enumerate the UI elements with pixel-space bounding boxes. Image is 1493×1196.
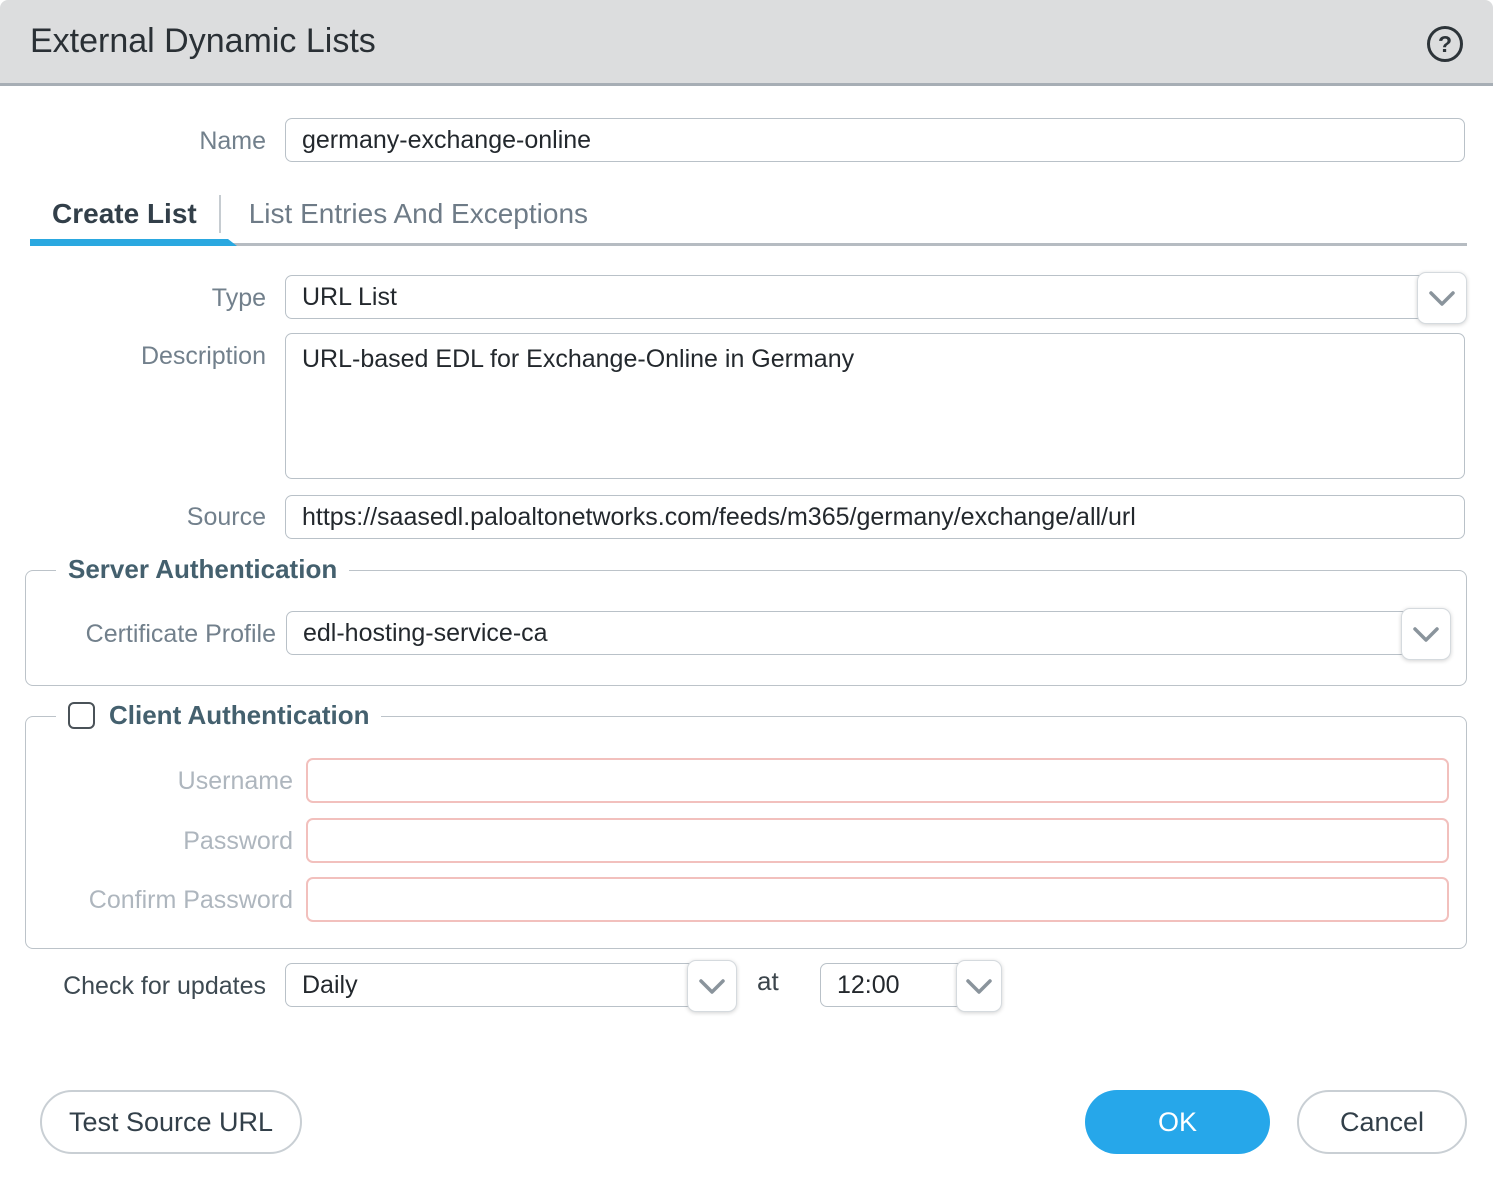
client-authentication-checkbox[interactable] xyxy=(68,702,95,729)
test-source-url-button[interactable]: Test Source URL xyxy=(40,1090,302,1154)
help-glyph: ? xyxy=(1438,31,1452,58)
type-select-value: URL List xyxy=(302,283,397,312)
name-input[interactable] xyxy=(285,118,1465,162)
client-authentication-legend: Client Authentication xyxy=(56,700,381,731)
chevron-down-icon[interactable] xyxy=(956,960,1002,1012)
confirm-password-label: Confirm Password xyxy=(26,886,293,915)
update-time-value: 12:00 xyxy=(837,971,900,1000)
source-input[interactable] xyxy=(285,495,1465,539)
server-authentication-legend: Server Authentication xyxy=(56,554,349,585)
dialog-header: External Dynamic Lists ? xyxy=(0,0,1493,86)
source-label: Source xyxy=(0,503,266,532)
tab-baseline xyxy=(30,243,1467,246)
dialog-title: External Dynamic Lists xyxy=(30,22,376,61)
description-label: Description xyxy=(0,342,266,371)
name-label: Name xyxy=(0,127,266,156)
help-icon[interactable]: ? xyxy=(1427,26,1463,62)
password-label: Password xyxy=(26,827,293,856)
password-input[interactable] xyxy=(306,818,1449,863)
update-frequency-select[interactable]: Daily xyxy=(285,963,735,1007)
username-input[interactable] xyxy=(306,758,1449,803)
update-time-select[interactable]: 12:00 xyxy=(820,963,1000,1007)
check-for-updates-label: Check for updates xyxy=(0,972,266,1001)
description-textarea[interactable]: URL-based EDL for Exchange-Online in Ger… xyxy=(285,333,1465,479)
ok-button[interactable]: OK xyxy=(1085,1090,1270,1154)
server-authentication-section: Server Authentication Certificate Profil… xyxy=(25,570,1467,686)
certificate-profile-label: Certificate Profile xyxy=(26,620,276,649)
chevron-down-icon[interactable] xyxy=(1417,272,1467,324)
confirm-password-input[interactable] xyxy=(306,877,1449,922)
tab-create-list[interactable]: Create List xyxy=(30,198,219,230)
certificate-profile-select[interactable]: edl-hosting-service-ca xyxy=(286,611,1449,655)
at-label: at xyxy=(757,966,779,997)
certificate-profile-value: edl-hosting-service-ca xyxy=(303,619,548,648)
client-authentication-section: Client Authentication Username Password … xyxy=(25,716,1467,949)
update-frequency-value: Daily xyxy=(302,971,358,1000)
type-select[interactable]: URL List xyxy=(285,275,1465,319)
chevron-down-icon[interactable] xyxy=(1401,608,1451,660)
tab-list-entries-and-exceptions[interactable]: List Entries And Exceptions xyxy=(221,198,616,230)
tab-bar: Create List List Entries And Exceptions xyxy=(30,192,616,236)
cancel-button[interactable]: Cancel xyxy=(1297,1090,1467,1154)
active-tab-underline xyxy=(30,239,237,246)
external-dynamic-lists-dialog: External Dynamic Lists ? Name Create Lis… xyxy=(0,0,1493,1196)
type-label: Type xyxy=(0,284,266,313)
server-authentication-title: Server Authentication xyxy=(68,554,337,585)
username-label: Username xyxy=(26,767,293,796)
client-authentication-title: Client Authentication xyxy=(109,700,369,731)
chevron-down-icon[interactable] xyxy=(687,960,737,1012)
